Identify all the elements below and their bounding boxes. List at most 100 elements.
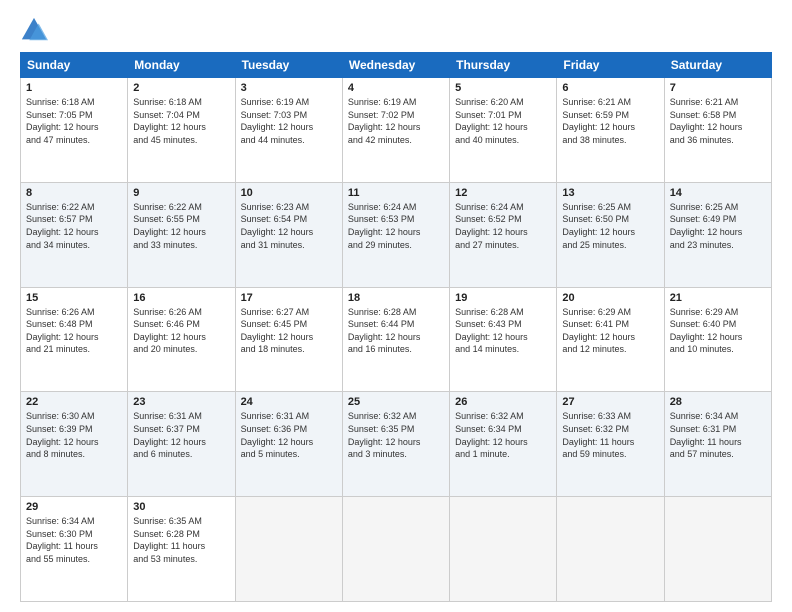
header-day-friday: Friday <box>557 53 664 78</box>
calendar-cell <box>235 497 342 602</box>
day-number: 9 <box>133 187 229 199</box>
header-day-monday: Monday <box>128 53 235 78</box>
day-number: 30 <box>133 501 229 513</box>
day-number: 5 <box>455 82 551 94</box>
day-number: 27 <box>562 396 658 408</box>
day-number: 12 <box>455 187 551 199</box>
day-info: Sunrise: 6:19 AMSunset: 7:03 PMDaylight:… <box>241 96 337 146</box>
day-number: 7 <box>670 82 766 94</box>
calendar-cell: 10 Sunrise: 6:23 AMSunset: 6:54 PMDayligh… <box>235 182 342 287</box>
day-info: Sunrise: 6:19 AMSunset: 7:02 PMDaylight:… <box>348 96 444 146</box>
day-number: 10 <box>241 187 337 199</box>
day-info: Sunrise: 6:24 AMSunset: 6:53 PMDaylight:… <box>348 201 444 251</box>
calendar-cell: 26 Sunrise: 6:32 AMSunset: 6:34 PMDayligh… <box>450 392 557 497</box>
calendar-cell <box>664 497 771 602</box>
calendar-week-row: 15 Sunrise: 6:26 AMSunset: 6:48 PMDayligh… <box>21 287 772 392</box>
calendar-cell: 8 Sunrise: 6:22 AMSunset: 6:57 PMDaylight… <box>21 182 128 287</box>
day-info: Sunrise: 6:28 AMSunset: 6:43 PMDaylight:… <box>455 306 551 356</box>
calendar-cell: 28 Sunrise: 6:34 AMSunset: 6:31 PMDayligh… <box>664 392 771 497</box>
calendar-cell: 20 Sunrise: 6:29 AMSunset: 6:41 PMDayligh… <box>557 287 664 392</box>
day-info: Sunrise: 6:33 AMSunset: 6:32 PMDaylight:… <box>562 410 658 460</box>
day-number: 28 <box>670 396 766 408</box>
calendar-cell: 14 Sunrise: 6:25 AMSunset: 6:49 PMDayligh… <box>664 182 771 287</box>
day-number: 15 <box>26 292 122 304</box>
day-info: Sunrise: 6:18 AMSunset: 7:04 PMDaylight:… <box>133 96 229 146</box>
logo-icon <box>20 16 48 44</box>
day-info: Sunrise: 6:29 AMSunset: 6:41 PMDaylight:… <box>562 306 658 356</box>
calendar-cell <box>557 497 664 602</box>
day-number: 2 <box>133 82 229 94</box>
calendar-cell: 15 Sunrise: 6:26 AMSunset: 6:48 PMDayligh… <box>21 287 128 392</box>
day-number: 17 <box>241 292 337 304</box>
day-info: Sunrise: 6:30 AMSunset: 6:39 PMDaylight:… <box>26 410 122 460</box>
day-info: Sunrise: 6:22 AMSunset: 6:57 PMDaylight:… <box>26 201 122 251</box>
calendar-cell: 25Sunrise: 6:32 AMSunset: 6:35 PMDayligh… <box>342 392 449 497</box>
calendar-cell: 13 Sunrise: 6:25 AMSunset: 6:50 PMDayligh… <box>557 182 664 287</box>
calendar-cell: 5 Sunrise: 6:20 AMSunset: 7:01 PMDaylight… <box>450 78 557 183</box>
day-number: 19 <box>455 292 551 304</box>
day-number: 8 <box>26 187 122 199</box>
header-day-thursday: Thursday <box>450 53 557 78</box>
calendar-cell: 6Sunrise: 6:21 AMSunset: 6:59 PMDaylight… <box>557 78 664 183</box>
day-info: Sunrise: 6:31 AMSunset: 6:36 PMDaylight:… <box>241 410 337 460</box>
header-day-saturday: Saturday <box>664 53 771 78</box>
header-day-wednesday: Wednesday <box>342 53 449 78</box>
day-info: Sunrise: 6:20 AMSunset: 7:01 PMDaylight:… <box>455 96 551 146</box>
day-info: Sunrise: 6:22 AMSunset: 6:55 PMDaylight:… <box>133 201 229 251</box>
calendar-cell: 4 Sunrise: 6:19 AMSunset: 7:02 PMDaylight… <box>342 78 449 183</box>
day-info: Sunrise: 6:18 AMSunset: 7:05 PMDaylight:… <box>26 96 122 146</box>
day-number: 4 <box>348 82 444 94</box>
logo <box>20 20 52 44</box>
day-number: 6 <box>562 82 658 94</box>
day-info: Sunrise: 6:25 AMSunset: 6:49 PMDaylight:… <box>670 201 766 251</box>
calendar-cell: 3 Sunrise: 6:19 AMSunset: 7:03 PMDaylight… <box>235 78 342 183</box>
calendar-cell: 30Sunrise: 6:35 AMSunset: 6:28 PMDayligh… <box>128 497 235 602</box>
day-number: 1 <box>26 82 122 94</box>
calendar-cell: 24 Sunrise: 6:31 AMSunset: 6:36 PMDayligh… <box>235 392 342 497</box>
calendar-cell <box>450 497 557 602</box>
day-number: 11 <box>348 187 444 199</box>
day-info: Sunrise: 6:31 AMSunset: 6:37 PMDaylight:… <box>133 410 229 460</box>
day-info: Sunrise: 6:24 AMSunset: 6:52 PMDaylight:… <box>455 201 551 251</box>
calendar-cell: 12 Sunrise: 6:24 AMSunset: 6:52 PMDayligh… <box>450 182 557 287</box>
day-info: Sunrise: 6:23 AMSunset: 6:54 PMDaylight:… <box>241 201 337 251</box>
day-info: Sunrise: 6:32 AMSunset: 6:34 PMDaylight:… <box>455 410 551 460</box>
day-info: Sunrise: 6:26 AMSunset: 6:48 PMDaylight:… <box>26 306 122 356</box>
day-info: Sunrise: 6:26 AMSunset: 6:46 PMDaylight:… <box>133 306 229 356</box>
day-number: 3 <box>241 82 337 94</box>
calendar-cell: 2 Sunrise: 6:18 AMSunset: 7:04 PMDaylight… <box>128 78 235 183</box>
day-number: 24 <box>241 396 337 408</box>
day-number: 20 <box>562 292 658 304</box>
calendar-cell: 7 Sunrise: 6:21 AMSunset: 6:58 PMDaylight… <box>664 78 771 183</box>
day-number: 22 <box>26 396 122 408</box>
day-number: 18 <box>348 292 444 304</box>
calendar-cell: 17 Sunrise: 6:27 AMSunset: 6:45 PMDayligh… <box>235 287 342 392</box>
calendar-cell: 1 Sunrise: 6:18 AMSunset: 7:05 PMDaylight… <box>21 78 128 183</box>
calendar-table: SundayMondayTuesdayWednesdayThursdayFrid… <box>20 52 772 602</box>
day-number: 26 <box>455 396 551 408</box>
calendar-cell <box>342 497 449 602</box>
header <box>20 16 772 44</box>
day-number: 29 <box>26 501 122 513</box>
day-number: 14 <box>670 187 766 199</box>
calendar-cell: 18 Sunrise: 6:28 AMSunset: 6:44 PMDayligh… <box>342 287 449 392</box>
calendar-cell: 23 Sunrise: 6:31 AMSunset: 6:37 PMDayligh… <box>128 392 235 497</box>
day-info: Sunrise: 6:27 AMSunset: 6:45 PMDaylight:… <box>241 306 337 356</box>
day-info: Sunrise: 6:28 AMSunset: 6:44 PMDaylight:… <box>348 306 444 356</box>
day-info: Sunrise: 6:25 AMSunset: 6:50 PMDaylight:… <box>562 201 658 251</box>
day-info: Sunrise: 6:34 AMSunset: 6:30 PMDaylight:… <box>26 515 122 565</box>
calendar-cell: 22 Sunrise: 6:30 AMSunset: 6:39 PMDayligh… <box>21 392 128 497</box>
calendar-cell: 21Sunrise: 6:29 AMSunset: 6:40 PMDayligh… <box>664 287 771 392</box>
calendar-cell: 27 Sunrise: 6:33 AMSunset: 6:32 PMDayligh… <box>557 392 664 497</box>
day-info: Sunrise: 6:21 AMSunset: 6:58 PMDaylight:… <box>670 96 766 146</box>
day-info: Sunrise: 6:34 AMSunset: 6:31 PMDaylight:… <box>670 410 766 460</box>
calendar-cell: 19 Sunrise: 6:28 AMSunset: 6:43 PMDayligh… <box>450 287 557 392</box>
day-info: Sunrise: 6:32 AMSunset: 6:35 PMDaylight:… <box>348 410 444 460</box>
day-number: 23 <box>133 396 229 408</box>
calendar-week-row: 29 Sunrise: 6:34 AMSunset: 6:30 PMDayligh… <box>21 497 772 602</box>
calendar-header-row: SundayMondayTuesdayWednesdayThursdayFrid… <box>21 53 772 78</box>
header-day-sunday: Sunday <box>21 53 128 78</box>
day-number: 13 <box>562 187 658 199</box>
calendar-cell: 11 Sunrise: 6:24 AMSunset: 6:53 PMDayligh… <box>342 182 449 287</box>
day-number: 16 <box>133 292 229 304</box>
